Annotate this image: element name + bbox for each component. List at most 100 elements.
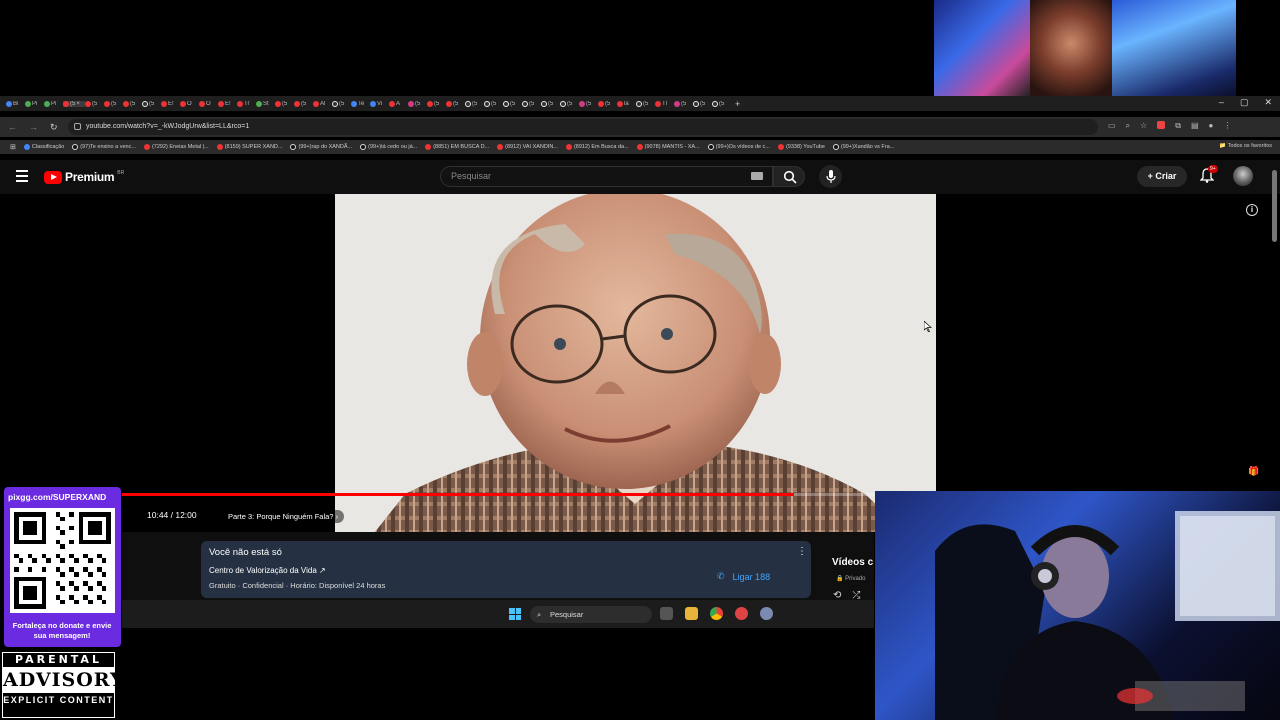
- app-icon[interactable]: [735, 607, 748, 620]
- browser-tab[interactable]: (5: [446, 100, 465, 107]
- logo-text: Premium: [65, 170, 115, 184]
- browser-tab[interactable]: (5: [85, 100, 104, 107]
- browser-tab[interactable]: (5: [275, 100, 294, 107]
- bookmark-item[interactable]: (8912) VAI XANDIN...: [497, 144, 558, 150]
- url-field[interactable]: youtube.com/watch?v=_-kWJodgUrw&list=LL&…: [68, 119, 1098, 135]
- browser-tab[interactable]: (5: [142, 100, 161, 107]
- browser-tab[interactable]: (5: [503, 100, 522, 107]
- site-info-icon[interactable]: [74, 123, 81, 130]
- more-options-icon[interactable]: ⋮: [797, 546, 807, 557]
- browser-tab[interactable]: Pi: [44, 100, 63, 107]
- browser-tab[interactable]: (5: [484, 100, 503, 107]
- youtube-logo[interactable]: Premium BR: [44, 170, 124, 184]
- browser-tab[interactable]: (5: [104, 100, 123, 107]
- call-button[interactable]: ✆ Ligar 188: [717, 571, 770, 582]
- browser-tab[interactable]: O: [199, 100, 218, 107]
- video-progress-bar[interactable]: [122, 493, 874, 496]
- scrollbar[interactable]: [1272, 170, 1277, 242]
- task-view-icon[interactable]: [660, 607, 673, 620]
- browser-tab[interactable]: (5 ×: [63, 100, 85, 107]
- bookmark-item[interactable]: (7292) Eneias Metal |...: [143, 144, 209, 150]
- video-frame[interactable]: [335, 194, 936, 532]
- avatar[interactable]: [1233, 166, 1253, 186]
- bookmark-item[interactable]: (99+)Os vídeos de c...: [707, 144, 770, 150]
- browser-tab[interactable]: (5: [674, 100, 693, 107]
- browser-tab[interactable]: (5: [712, 100, 731, 107]
- help-card-link[interactable]: Centro de Valorização da Vida ↗: [209, 566, 326, 575]
- sidebar-icon[interactable]: ▤: [1191, 121, 1199, 131]
- bookmark-item[interactable]: (99+)tá cedo ou já...: [360, 144, 417, 150]
- voice-search-button[interactable]: [819, 165, 842, 188]
- chapter-button[interactable]: Parte 3: Porque Ninguém Fala? ›: [222, 510, 345, 523]
- browser-tab[interactable]: Tr: [237, 100, 256, 107]
- bookmark-item[interactable]: (8851) EM BUSCA D...: [425, 144, 489, 150]
- browser-tab[interactable]: A: [389, 100, 408, 107]
- bookmark-item[interactable]: (9078) MANTIS - XA...: [636, 144, 700, 150]
- browser-tab[interactable]: Bi: [6, 100, 25, 107]
- browser-tab[interactable]: (5: [427, 100, 446, 107]
- windows-start-icon[interactable]: [509, 608, 521, 620]
- browser-tab[interactable]: Al: [313, 100, 332, 107]
- all-bookmarks[interactable]: 📁 Todos os favoritos: [1219, 143, 1272, 149]
- gift-icon[interactable]: 🎁: [1248, 466, 1259, 477]
- tab-label: (5: [491, 100, 497, 107]
- browser-tab[interactable]: (5: [408, 100, 427, 107]
- bookmark-star-icon[interactable]: ☆: [1140, 121, 1147, 131]
- browser-tab[interactable]: (5: [465, 100, 484, 107]
- browser-tab[interactable]: (5: [560, 100, 579, 107]
- browser-tab[interactable]: (5: [332, 100, 351, 107]
- bookmark-item[interactable]: (8159) SUPER XAND...: [216, 144, 282, 150]
- browser-tab[interactable]: (5: [636, 100, 655, 107]
- browser-tab[interactable]: la: [617, 100, 636, 107]
- bookmark-label: (8912) VAI XANDIN...: [505, 144, 558, 150]
- browser-tab[interactable]: Pi: [25, 100, 44, 107]
- menu-icon[interactable]: ⋮: [1223, 121, 1231, 131]
- close-icon[interactable]: ✕: [1264, 97, 1272, 108]
- browser-tab[interactable]: (5: [522, 100, 541, 107]
- bookmark-item[interactable]: (8912) Em Busca da...: [565, 144, 629, 150]
- maximize-icon[interactable]: ▢: [1240, 97, 1249, 108]
- browser-tab[interactable]: Vi: [370, 100, 389, 107]
- browser-tab[interactable]: (5: [541, 100, 560, 107]
- new-tab-button[interactable]: +: [735, 99, 740, 109]
- bookmark-item[interactable]: (97)Te ensino a venc...: [72, 144, 136, 150]
- playlist-title[interactable]: Vídeos c: [832, 557, 873, 568]
- forward-icon[interactable]: →: [29, 122, 38, 133]
- info-icon[interactable]: i: [1246, 204, 1258, 216]
- settings-icon[interactable]: [760, 607, 773, 620]
- browser-tab[interactable]: (5: [579, 100, 598, 107]
- browser-tab[interactable]: (5: [693, 100, 712, 107]
- bookmark-item[interactable]: (9338) YouTube: [777, 144, 825, 150]
- browser-tab[interactable]: Tl: [655, 100, 674, 107]
- tab-close-icon[interactable]: ×: [76, 101, 80, 107]
- zoom-icon[interactable]: ⌕: [1126, 121, 1130, 131]
- bookmark-label: (99+)Os vídeos de c...: [715, 144, 770, 150]
- file-explorer-icon[interactable]: [685, 607, 698, 620]
- browser-tab[interactable]: (5: [294, 100, 313, 107]
- bookmark-item[interactable]: (99+)rap do XANDÃ...: [290, 144, 352, 150]
- install-icon[interactable]: ▭: [1108, 121, 1116, 131]
- apps-icon[interactable]: ⊞: [10, 143, 16, 151]
- browser-tab[interactable]: O: [180, 100, 199, 107]
- minimize-icon[interactable]: –: [1219, 97, 1224, 108]
- create-button[interactable]: + Criar: [1137, 166, 1187, 187]
- back-icon[interactable]: ←: [8, 122, 17, 133]
- search-button[interactable]: [773, 166, 805, 187]
- menu-hamburger-icon[interactable]: [16, 170, 28, 182]
- chrome-icon[interactable]: [710, 607, 723, 620]
- taskbar-search-input[interactable]: ⌕ Pesquisar: [530, 606, 652, 623]
- browser-tab[interactable]: Te: [351, 100, 370, 107]
- profile-icon[interactable]: ●: [1209, 121, 1214, 131]
- browser-tab[interactable]: St: [256, 100, 275, 107]
- bookmark-item[interactable]: Classificação: [23, 144, 64, 150]
- browser-tab[interactable]: (5: [123, 100, 142, 107]
- browser-tab[interactable]: E!: [161, 100, 180, 107]
- browser-tab[interactable]: E!: [218, 100, 237, 107]
- search-input[interactable]: Pesquisar: [440, 166, 773, 187]
- extension-icon[interactable]: [1157, 121, 1166, 131]
- bookmark-item[interactable]: (99+)Xandão vs Fra...: [832, 144, 894, 150]
- reload-icon[interactable]: ↻: [50, 122, 58, 133]
- keyboard-icon[interactable]: [751, 172, 763, 180]
- browser-tab[interactable]: (5: [598, 100, 617, 107]
- extensions-icon[interactable]: ⧉: [1175, 121, 1181, 131]
